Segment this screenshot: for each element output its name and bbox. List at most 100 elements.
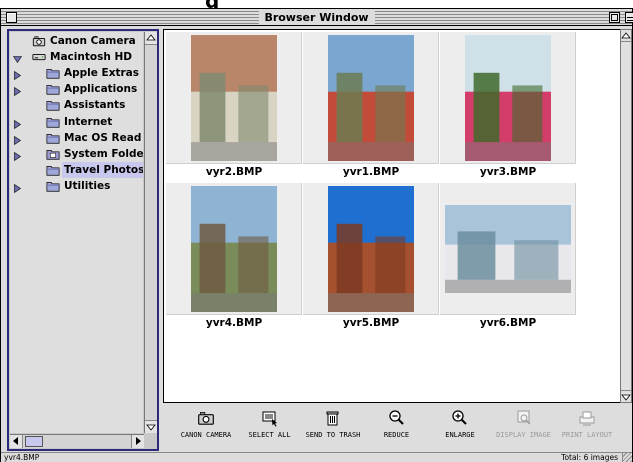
thumbnail-filename: yvr6.BMP [440, 317, 576, 329]
thumbnail[interactable] [166, 183, 302, 315]
thumbnail-filename: yvr5.BMP [303, 317, 439, 329]
zoom-in-icon [451, 409, 469, 427]
display-image-button[interactable]: DISPLAY IMAGE [494, 407, 554, 451]
zoom-out-icon [388, 409, 406, 427]
folder-icon [46, 115, 60, 129]
folder-tree: Canon Camera Macintosh HD Apple Extras Appl… [10, 32, 143, 433]
close-box[interactable] [6, 12, 17, 23]
folder-icon [46, 66, 60, 80]
status-total: Total: 6 images [561, 453, 618, 462]
thumbnail-filename: vyr2.BMP [166, 166, 302, 178]
tree-item-label: Assistants [64, 99, 126, 112]
tree-vertical-scrollbar[interactable] [144, 32, 157, 433]
tree-item[interactable]: Applications [10, 81, 143, 97]
canon-camera-button[interactable]: CANON CAMERA [176, 407, 236, 451]
thumbnail-filename: yvr3.BMP [440, 166, 576, 178]
hard-disk-icon [32, 50, 46, 64]
folder-icon [46, 82, 60, 96]
folder-icon [46, 131, 60, 145]
folder-icon [46, 163, 60, 177]
gallery-vertical-scrollbar[interactable] [620, 29, 632, 403]
folder-tree-panel: Canon Camera Macintosh HD Apple Extras Appl… [7, 29, 159, 451]
thumbnail[interactable] [166, 32, 302, 164]
thumbnail-image[interactable] [445, 205, 571, 293]
tree-item[interactable]: System Folder [10, 146, 143, 162]
scroll-down-arrow-icon[interactable] [145, 420, 157, 433]
camera-icon [32, 34, 46, 48]
disclosure-triangle-open-icon[interactable] [12, 53, 23, 64]
scroll-left-arrow-icon[interactable] [10, 435, 23, 448]
disclosure-triangle-closed-icon[interactable] [13, 85, 22, 97]
background-title-fragment: g [0, 0, 633, 8]
browser-window: Browser Window Canon Camera Macintosh HD A… [0, 8, 633, 462]
tree-item[interactable]: Macintosh HD [10, 49, 143, 65]
tree-horizontal-scrollbar[interactable] [10, 434, 144, 448]
scroll-down-arrow-icon[interactable] [621, 390, 631, 402]
scroll-up-arrow-icon[interactable] [621, 30, 631, 42]
window-title: Browser Window [258, 10, 375, 25]
disclosure-triangle-closed-icon[interactable] [13, 182, 22, 193]
tree-item[interactable]: Travel Photos [10, 161, 143, 178]
display-image-label: DISPLAY IMAGE [496, 431, 551, 439]
tree-item-label: Applications [64, 83, 138, 96]
thumbnail-image[interactable] [328, 35, 414, 161]
scroll-thumb[interactable] [25, 436, 43, 447]
thumbnail-filename: yvr4.BMP [166, 317, 302, 329]
tree-item[interactable]: Utilities [10, 178, 143, 194]
print-layout-icon [578, 409, 596, 427]
camera-icon [197, 409, 215, 427]
select-all-button[interactable]: SELECT ALL [240, 407, 300, 451]
thumbnail-gallery: vyr2.BMP yvr1.BMP yvr3.BMP yvr4.BMP yvr5… [163, 29, 621, 403]
tree-item-label: Utilities [64, 179, 111, 192]
tree-item[interactable]: Apple Extras [10, 65, 143, 81]
zoom-box[interactable] [609, 12, 620, 23]
reduce-label: REDUCE [383, 431, 410, 439]
trash-icon [324, 409, 342, 427]
tree-item[interactable]: Assistants [10, 97, 143, 113]
system-folder-icon [46, 147, 60, 161]
tree-item-label: Mac OS Read Me [64, 131, 143, 144]
display-image-icon [515, 409, 533, 427]
collapse-box[interactable] [625, 12, 633, 23]
scroll-right-arrow-icon[interactable] [131, 435, 144, 448]
resize-grip-icon[interactable] [622, 453, 632, 462]
reduce-button[interactable]: REDUCE [367, 407, 427, 451]
thumbnail-image[interactable] [191, 35, 277, 161]
print-layout-button[interactable]: PRINT LAYOUT [557, 407, 617, 451]
scroll-up-arrow-icon[interactable] [145, 32, 157, 45]
folder-icon [46, 179, 60, 193]
canon-camera-label: CANON CAMERA [180, 431, 232, 439]
disclosure-triangle-closed-icon[interactable] [13, 150, 22, 161]
thumbnail[interactable] [303, 32, 439, 164]
tree-item-label: System Folder [64, 147, 143, 160]
tree-item-label: Apple Extras [64, 67, 140, 80]
disclosure-triangle-closed-icon[interactable] [13, 118, 22, 129]
toolbar: CANON CAMERA SELECT ALL SEND TO TRASH REDUC… [164, 405, 632, 453]
status-selected-file: yvr4.BMP [4, 453, 40, 462]
disclosure-triangle-closed-icon[interactable] [13, 69, 22, 81]
folder-icon [46, 98, 60, 112]
select-all-icon [261, 409, 279, 427]
thumbnail[interactable] [440, 183, 576, 315]
enlarge-label: ENLARGE [445, 431, 475, 439]
tree-item-label: Internet [64, 115, 113, 128]
select-all-label: SELECT ALL [248, 431, 291, 439]
tree-item[interactable]: Mac OS Read Me [10, 130, 143, 146]
thumbnail[interactable] [440, 32, 576, 164]
thumbnail[interactable] [303, 183, 439, 315]
send-to-trash-button[interactable]: SEND TO TRASH [303, 407, 363, 451]
tree-item-label: Canon Camera [50, 35, 136, 47]
tree-item[interactable]: Canon Camera [10, 33, 143, 49]
disclosure-triangle-closed-icon[interactable] [13, 134, 22, 145]
thumbnail-image[interactable] [191, 186, 277, 312]
enlarge-button[interactable]: ENLARGE [430, 407, 490, 451]
thumbnail-image[interactable] [465, 35, 551, 161]
tree-item[interactable]: Internet [10, 114, 143, 130]
status-bar: yvr4.BMP Total: 6 images [1, 452, 632, 462]
tree-item-label: Macintosh HD [50, 51, 132, 64]
print-layout-label: PRINT LAYOUT [561, 431, 613, 439]
thumbnail-image[interactable] [328, 186, 414, 312]
send-to-trash-label: SEND TO TRASH [305, 431, 361, 439]
title-bar[interactable]: Browser Window [1, 9, 633, 26]
thumbnail-filename: yvr1.BMP [303, 166, 439, 178]
